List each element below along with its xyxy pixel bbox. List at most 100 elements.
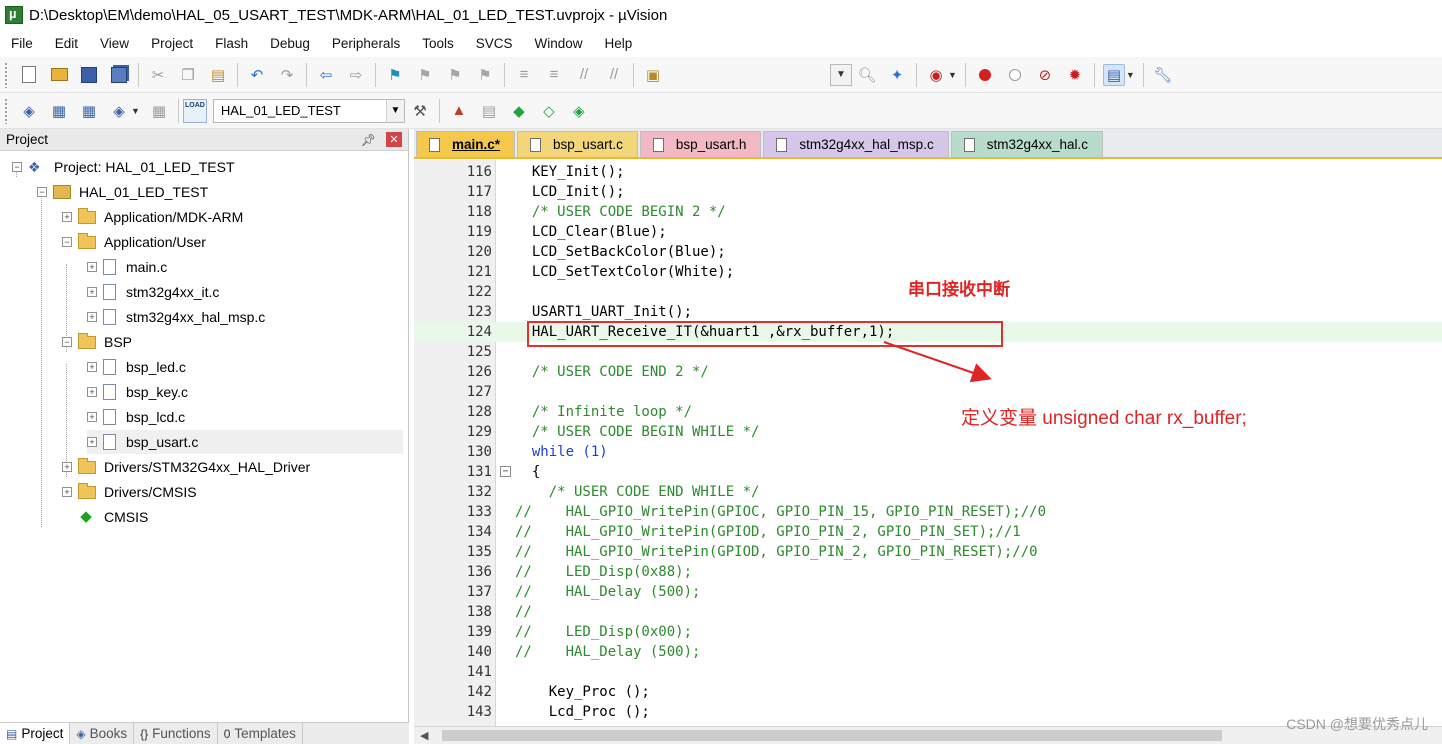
bookmark-toggle-button[interactable]: ⚑ <box>384 64 406 86</box>
tab-main-c[interactable]: main.c* <box>416 131 516 157</box>
cut-button[interactable]: ✂ <box>147 64 169 86</box>
tree-item-application-user[interactable]: − Application/User <box>62 230 206 254</box>
menu-debug[interactable]: Debug <box>259 36 321 51</box>
indent-button[interactable]: ≡ <box>513 64 535 86</box>
disable-all-breakpoints-button[interactable]: ⊘ <box>1034 64 1056 86</box>
code-line[interactable]: 118 /* USER CODE BEGIN 2 */ <box>414 202 1442 222</box>
incremental-find-button[interactable]: ✦ <box>886 64 908 86</box>
manage-project-items-button[interactable]: ▲ <box>448 100 470 122</box>
menu-svcs[interactable]: SVCS <box>465 36 524 51</box>
paste-button[interactable]: ▤ <box>207 64 229 86</box>
tab-project[interactable]: ▤ Project <box>0 723 71 744</box>
collapse-icon[interactable]: − <box>62 337 72 347</box>
code-editor[interactable]: 116 KEY_Init(); 117 LCD_Init(); 118 /* USE… <box>414 160 1442 726</box>
collapse-icon[interactable]: − <box>62 237 72 247</box>
find-button[interactable]: 🔍︎ <box>856 64 878 86</box>
code-line[interactable]: 130 while (1) <box>414 442 1442 462</box>
code-line[interactable]: 117 LCD_Init(); <box>414 182 1442 202</box>
rebuild-button[interactable]: ▦ <box>78 100 100 122</box>
tree-item-project-root[interactable]: − ❖ Project: HAL_01_LED_TEST <box>12 155 235 179</box>
menu-edit[interactable]: Edit <box>44 36 89 51</box>
code-line[interactable]: 140 // HAL_Delay (500); <box>414 642 1442 662</box>
undo-button[interactable]: ↶ <box>246 64 268 86</box>
debug-session-button[interactable]: ◉ <box>925 64 947 86</box>
scrollbar-thumb[interactable] <box>442 730 1222 741</box>
chevron-down-icon[interactable]: ▼ <box>1126 70 1135 80</box>
chevron-down-icon[interactable]: ▼ <box>948 70 957 80</box>
code-line[interactable]: 137 // HAL_Delay (500); <box>414 582 1442 602</box>
tree-item-drivers-cmsis[interactable]: + Drivers/CMSIS <box>62 480 197 504</box>
comment-button[interactable]: // <box>573 64 595 86</box>
menu-flash[interactable]: Flash <box>204 36 259 51</box>
window-layout-button[interactable]: ▤ <box>1102 63 1125 86</box>
tab-templates[interactable]: 0 Templates <box>218 723 303 744</box>
menu-project[interactable]: Project <box>140 36 204 51</box>
expand-icon[interactable]: + <box>87 387 97 397</box>
tree-item-stm32g4xx-hal-msp-c[interactable]: + stm32g4xx_hal_msp.c <box>87 305 265 329</box>
code-line[interactable]: 132 /* USER CODE END WHILE */ <box>414 482 1442 502</box>
chevron-down-icon[interactable]: ▼ <box>131 106 140 116</box>
navigate-forward-button[interactable]: ⇨ <box>345 64 367 86</box>
tree-item-target[interactable]: − HAL_01_LED_TEST <box>37 180 208 204</box>
expand-icon[interactable]: + <box>87 312 97 322</box>
expand-icon[interactable]: + <box>62 212 72 222</box>
tree-item-bsp-led-c[interactable]: + bsp_led.c <box>87 355 186 379</box>
bookmark-clear-button[interactable]: ⚑ <box>474 64 496 86</box>
open-file-button[interactable] <box>48 64 70 86</box>
expand-icon[interactable]: + <box>87 287 97 297</box>
navigate-back-button[interactable]: ⇦ <box>315 64 337 86</box>
translate-button[interactable]: ◈ <box>18 100 40 122</box>
toolbar-grip[interactable] <box>4 61 8 88</box>
collapse-icon[interactable]: − <box>37 187 47 197</box>
copy-button[interactable]: ❐ <box>177 64 199 86</box>
kill-all-breakpoints-button[interactable]: ✹ <box>1064 64 1086 86</box>
unindent-button[interactable]: ≡ <box>543 64 565 86</box>
find-dropdown[interactable]: ▼ <box>830 63 852 86</box>
code-line[interactable]: 135 // HAL_GPIO_WritePin(GPIOD, GPIO_PIN_… <box>414 542 1442 562</box>
batch-build-button[interactable]: ◈ <box>108 100 130 122</box>
bookmark-next-button[interactable]: ⚑ <box>444 64 466 86</box>
scroll-left-icon[interactable]: ◀ <box>420 729 428 742</box>
tree-item-stm32g4xx-it-c[interactable]: + stm32g4xx_it.c <box>87 280 219 304</box>
menu-peripherals[interactable]: Peripherals <box>321 36 411 51</box>
code-line[interactable]: 139 // LED_Disp(0x00); <box>414 622 1442 642</box>
redo-button[interactable]: ↷ <box>276 64 298 86</box>
tree-item-drivers-hal[interactable]: + Drivers/STM32G4xx_HAL_Driver <box>62 455 310 479</box>
code-line[interactable]: 133 // HAL_GPIO_WritePin(GPIOC, GPIO_PIN_… <box>414 502 1442 522</box>
code-line[interactable]: 136 // LED_Disp(0x88); <box>414 562 1442 582</box>
expand-icon[interactable]: + <box>87 362 97 372</box>
code-line[interactable]: 116 KEY_Init(); <box>414 162 1442 182</box>
toolbar-grip[interactable] <box>4 97 8 124</box>
tree-item-bsp-lcd-c[interactable]: + bsp_lcd.c <box>87 405 185 429</box>
tree-item-bsp-key-c[interactable]: + bsp_key.c <box>87 380 188 404</box>
code-line[interactable]: 142 Key_Proc (); <box>414 682 1442 702</box>
tab-stm32g4xx-hal-msp-c[interactable]: stm32g4xx_hal_msp.c <box>763 131 949 157</box>
collapse-icon[interactable]: − <box>12 162 22 172</box>
code-line[interactable]: 123 USART1_UART_Init(); <box>414 302 1442 322</box>
bookmark-prev-button[interactable]: ⚑ <box>414 64 436 86</box>
code-line[interactable]: 128 /* Infinite loop */ <box>414 402 1442 422</box>
code-line[interactable]: 119 LCD_Clear(Blue); <box>414 222 1442 242</box>
configure-button[interactable]: 🔧︎ <box>1152 64 1174 86</box>
tab-bsp-usart-h[interactable]: bsp_usart.h <box>639 131 762 157</box>
save-all-button[interactable] <box>108 64 130 86</box>
uncomment-button[interactable]: // <box>603 64 625 86</box>
tab-bsp-usart-c[interactable]: bsp_usart.c <box>517 131 638 157</box>
manage-multi-project-button[interactable]: ▤ <box>478 100 500 122</box>
tab-stm32g4xx-hal-c[interactable]: stm32g4xx_hal.c <box>950 131 1104 157</box>
menu-window[interactable]: Window <box>523 36 593 51</box>
save-button[interactable] <box>78 64 100 86</box>
tree-item-bsp-usart-c[interactable]: + bsp_usart.c <box>87 430 403 454</box>
tab-functions[interactable]: {} Functions <box>134 723 218 744</box>
menu-help[interactable]: Help <box>594 36 644 51</box>
insert-breakpoint-button[interactable] <box>974 64 996 86</box>
code-line[interactable]: 120 LCD_SetBackColor(Blue); <box>414 242 1442 262</box>
manage-runtime-env-button[interactable]: ◆ <box>508 100 530 122</box>
enable-breakpoint-button[interactable] <box>1004 64 1026 86</box>
tree-item-cmsis[interactable]: ◆ CMSIS <box>78 505 148 529</box>
expand-icon[interactable]: + <box>62 462 72 472</box>
code-line[interactable]: 131− { <box>414 462 1442 482</box>
pack-installer-button[interactable]: ◇ <box>538 100 560 122</box>
tree-item-application-mdk-arm[interactable]: + Application/MDK-ARM <box>62 205 243 229</box>
tab-books[interactable]: ◈ Books <box>70 723 135 744</box>
